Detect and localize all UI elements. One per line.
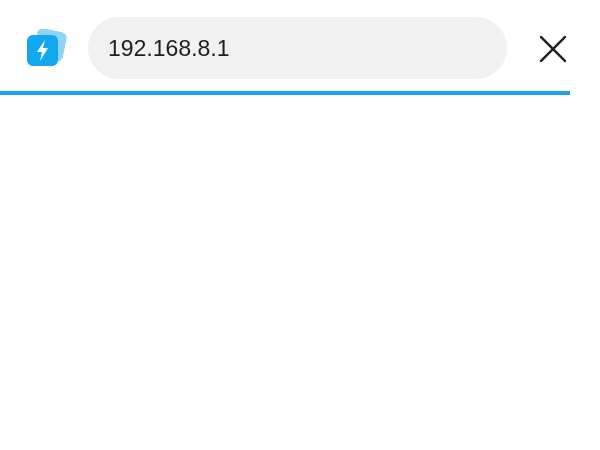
close-button[interactable] — [534, 30, 572, 68]
progress-fill — [0, 91, 570, 95]
bolt-app-icon[interactable] — [26, 28, 68, 69]
top-bar — [0, 0, 600, 96]
page-content — [0, 96, 600, 450]
page-load-progress — [0, 91, 570, 95]
url-input[interactable] — [108, 34, 507, 62]
address-bar[interactable] — [88, 17, 507, 79]
close-icon — [539, 35, 567, 63]
